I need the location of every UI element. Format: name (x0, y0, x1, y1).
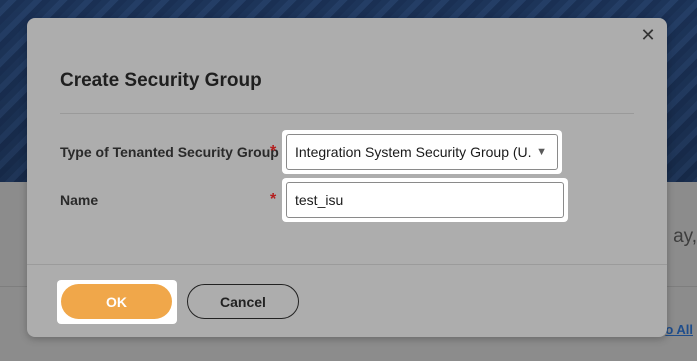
dropdown-arrow-icon[interactable]: ▼ (536, 135, 547, 169)
title-divider (60, 113, 634, 114)
select-value: Integration System Security Group (U... (295, 144, 531, 160)
security-group-type-select[interactable]: Integration System Security Group (U... … (286, 134, 558, 170)
dialog-title: Create Security Group (60, 70, 262, 91)
background-link: o All (665, 322, 693, 337)
cancel-button[interactable]: Cancel (187, 284, 299, 319)
name-field-label: Name (60, 192, 99, 208)
ok-button-highlight: OK (57, 280, 177, 324)
name-field-highlight (282, 178, 568, 222)
type-field-highlight: Integration System Security Group (U... … (282, 130, 562, 174)
required-marker: * (270, 191, 277, 208)
footer-divider (27, 264, 667, 265)
close-icon[interactable]: ✕ (639, 26, 657, 44)
name-input[interactable] (286, 182, 564, 218)
ok-button[interactable]: OK (61, 284, 172, 319)
background-text: ay, (673, 226, 697, 247)
create-security-group-dialog: ✕ Create Security Group Type of Tenanted… (27, 18, 667, 337)
type-field-label: Type of Tenanted Security Group (60, 144, 279, 160)
required-marker: * (270, 143, 277, 160)
